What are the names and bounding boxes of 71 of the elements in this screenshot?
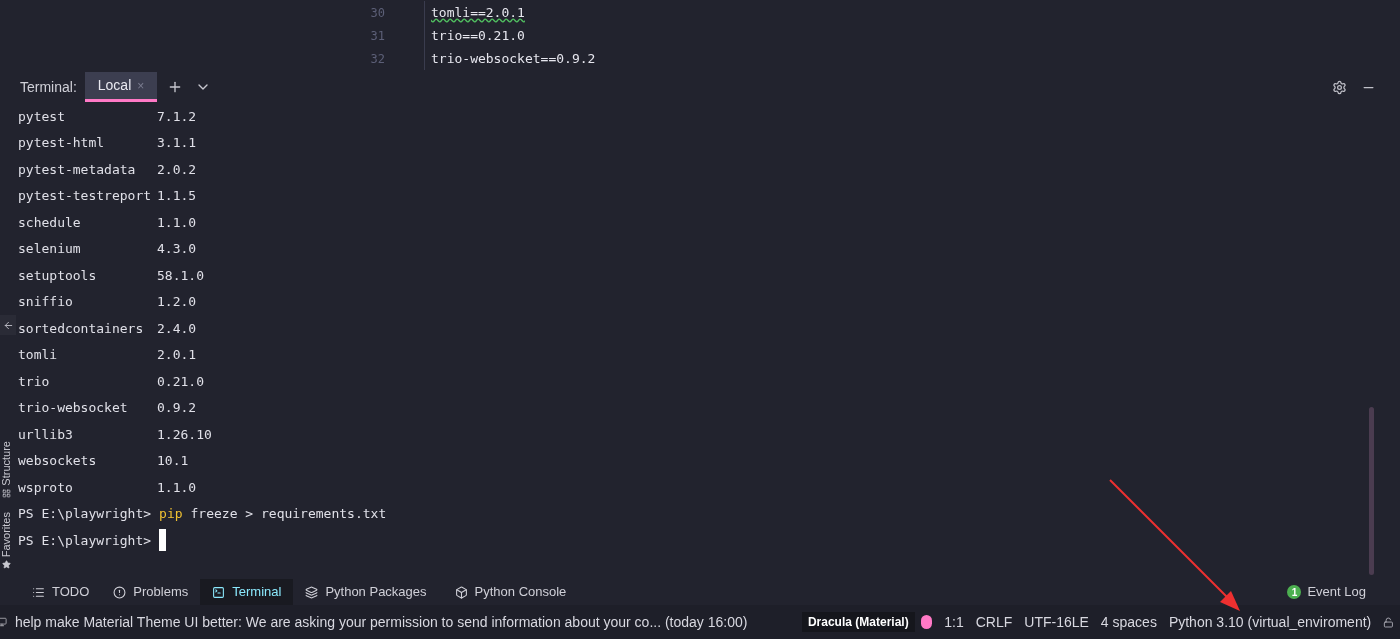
- package-version: 1.1.0: [157, 213, 197, 232]
- package-name: wsproto: [18, 478, 74, 497]
- code-line: tomli==2.0.1: [431, 3, 525, 22]
- package-name: sortedcontainers: [18, 319, 145, 338]
- package-version: 3.1.1: [157, 134, 197, 152]
- python-icon: [454, 585, 468, 599]
- tool-window-tab[interactable]: Python Packages: [293, 579, 439, 605]
- package-version: 10.1: [157, 452, 189, 470]
- prompt: PS E:\playwright>: [18, 505, 152, 523]
- package-version: 2.4.0: [157, 319, 197, 338]
- status-item[interactable]: 4 spaces: [1100, 611, 1157, 633]
- side-tool-tab[interactable]: Favorites: [0, 511, 12, 569]
- package-version: 7.1.2: [157, 107, 197, 126]
- package-version: 1.26.10: [157, 425, 212, 444]
- package-name: pytest-html: [18, 134, 106, 152]
- event-count-badge: 1: [1287, 585, 1302, 599]
- package-name: selenium: [18, 240, 82, 258]
- command-args: freeze > requirements.txt: [190, 505, 387, 523]
- package-version: 1.2.0: [157, 293, 197, 311]
- scroll-back-button[interactable]: [0, 315, 16, 335]
- package-name: pytest-testreport: [18, 187, 153, 205]
- scrollbar-thumb[interactable]: [1369, 407, 1374, 575]
- settings-icon[interactable]: [1332, 79, 1347, 95]
- tool-window-tab[interactable]: Python Console: [442, 579, 579, 605]
- status-message[interactable]: help make Material Theme UI better: We are asking your permission to send information about your co... (today 16:00): [14, 611, 760, 633]
- package-name: pytest-metadata: [18, 160, 137, 179]
- status-item[interactable]: 1:1: [944, 611, 964, 633]
- star-icon: [1, 560, 11, 569]
- tool-window-tab[interactable]: Terminal: [200, 579, 294, 605]
- list-icon: [32, 585, 45, 599]
- side-tool-tab[interactable]: Structure: [0, 441, 12, 498]
- alert-icon: [113, 585, 127, 599]
- package-name: schedule: [18, 213, 82, 232]
- layers-icon: [305, 585, 319, 599]
- package-version: 4.3.0: [157, 240, 197, 258]
- prompt: PS E:\playwright>: [18, 531, 152, 550]
- package-name: websockets: [18, 452, 98, 470]
- package-version: 2.0.1: [157, 346, 197, 364]
- unlock-icon[interactable]: [1383, 615, 1394, 629]
- session-tab[interactable]: Local ×: [84, 72, 158, 102]
- package-version: 0.9.2: [157, 399, 197, 417]
- package-name: sniffio: [18, 293, 74, 311]
- package-version: 58.1.0: [157, 266, 204, 285]
- command-name: pip: [159, 505, 183, 523]
- package-version: 0.21.0: [157, 372, 204, 391]
- tool-window-tab[interactable]: Problems: [101, 579, 201, 605]
- monitor-icon[interactable]: [0, 616, 7, 628]
- line-number: 30: [369, 4, 385, 22]
- status-item[interactable]: CRLF: [975, 611, 1013, 633]
- structure-icon: [1, 488, 11, 498]
- event-log-button[interactable]: 1 Event Log: [1287, 582, 1366, 602]
- terminal-icon: [212, 585, 226, 599]
- code-line: trio==0.21.0: [431, 26, 525, 45]
- package-name: urllib3: [18, 425, 74, 444]
- package-name: setuptools: [18, 266, 98, 285]
- package-version: 1.1.5: [157, 187, 197, 205]
- package-name: tomli: [18, 346, 59, 364]
- theme-badge[interactable]: Dracula (Material): [801, 612, 915, 632]
- line-number: 32: [369, 50, 385, 68]
- package-name: trio: [18, 372, 51, 391]
- package-name: pytest: [18, 107, 66, 126]
- package-name: trio-websocket: [18, 399, 129, 417]
- status-item[interactable]: Python 3.10 (virtual_enviroment): [1168, 611, 1372, 633]
- arrow-left-icon: [2, 319, 14, 331]
- line-number: 31: [369, 27, 385, 45]
- tool-window-tab[interactable]: TODO: [20, 579, 102, 605]
- package-version: 2.0.2: [157, 160, 197, 179]
- status-item[interactable]: UTF-16LE: [1024, 611, 1089, 633]
- code-line: trio-websocket==0.9.2: [431, 49, 596, 68]
- package-version: 1.1.0: [157, 478, 197, 497]
- terminal-label: Terminal:: [20, 77, 77, 97]
